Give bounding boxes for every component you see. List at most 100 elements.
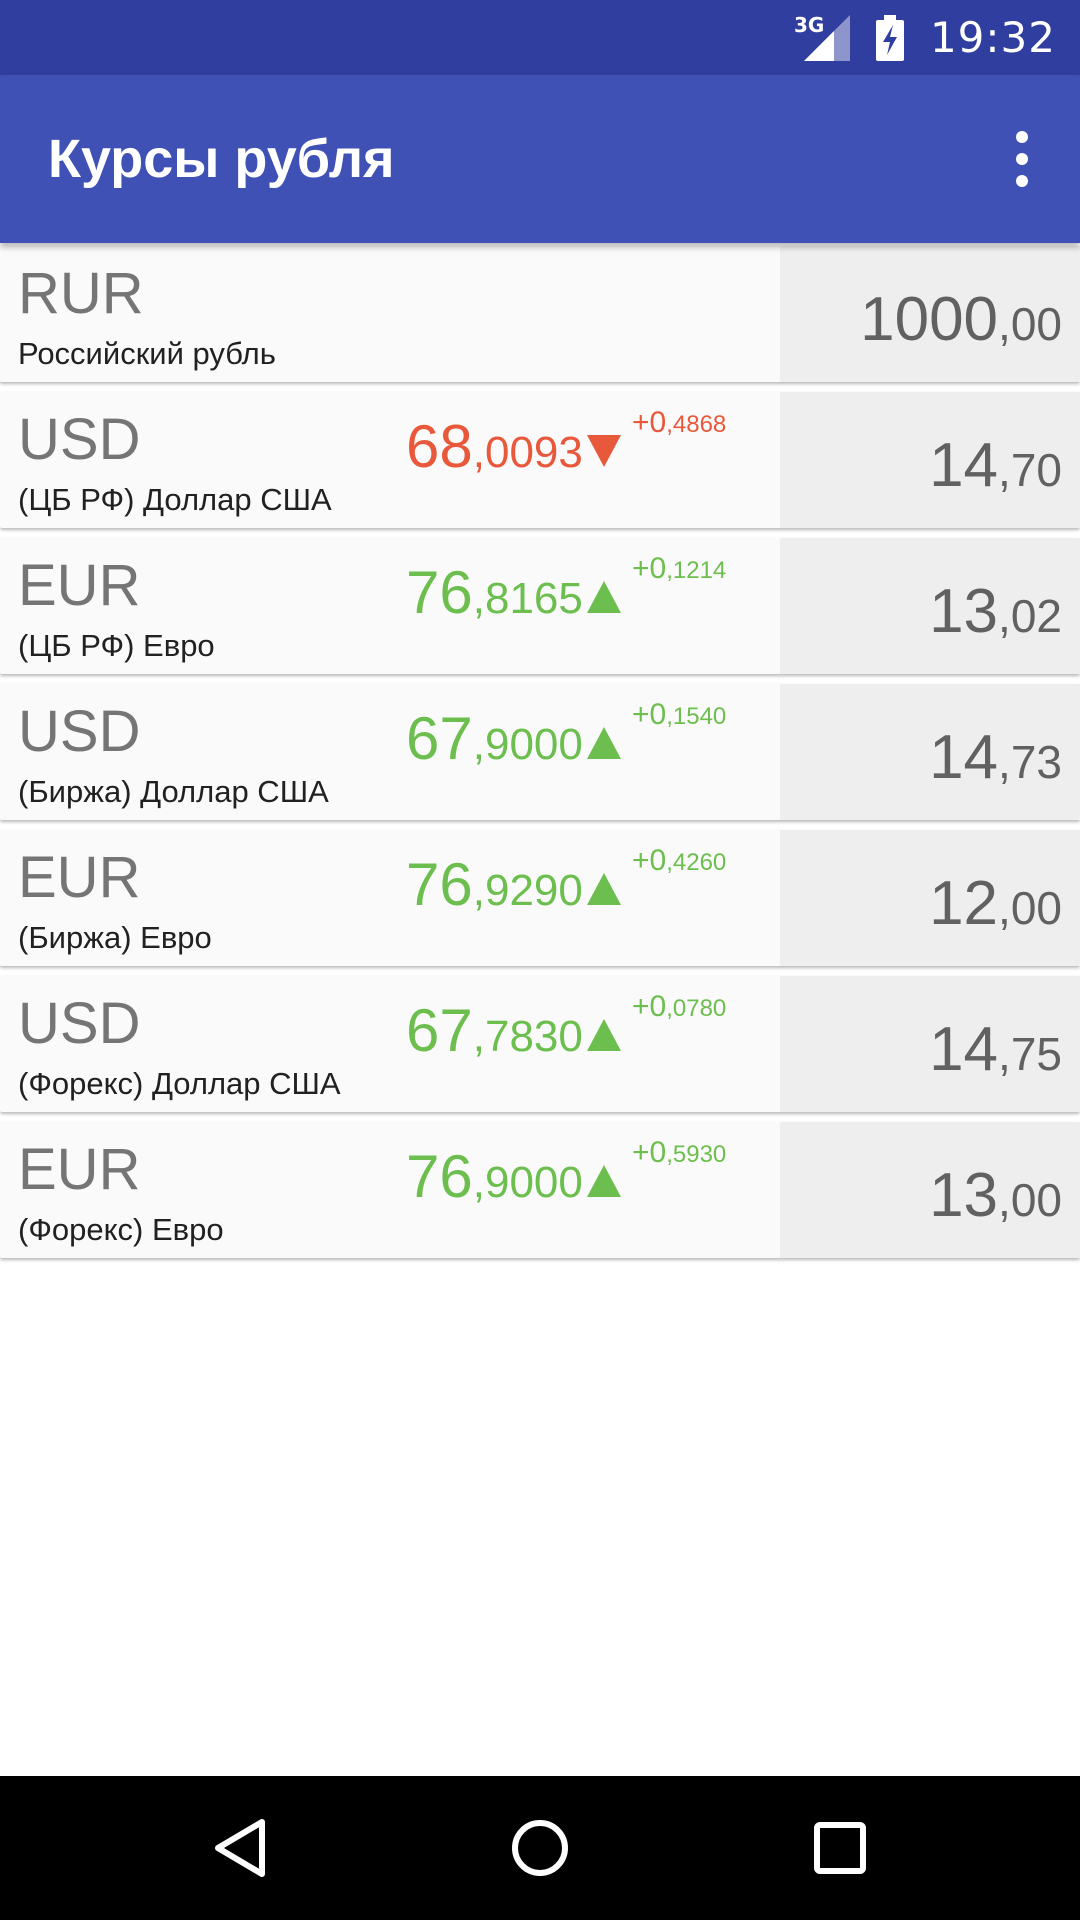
rate-info: RUR Российский рубль — [0, 246, 778, 382]
triangle-up-icon — [585, 1017, 623, 1053]
change-fraction: ,5930 — [666, 1141, 727, 1168]
currency-code: EUR — [18, 553, 141, 618]
change-fraction: ,0780 — [666, 995, 727, 1022]
home-icon[interactable] — [468, 1776, 612, 1920]
rate-list: RUR Российский рубль 1000,00 USD (ЦБ РФ) Дол… — [0, 243, 1080, 1268]
amount-field[interactable]: 1000,00 — [780, 246, 1080, 382]
triangle-up-icon — [585, 871, 623, 907]
rate-row-1[interactable]: USD (ЦБ РФ) Доллар США 68,0093 +0,4868 14,70 — [0, 392, 1080, 528]
rate-info: EUR (Биржа) Евро 76,9290 +0,4260 — [0, 830, 778, 966]
triangle-up-icon — [585, 1163, 623, 1199]
battery-charging-icon — [874, 14, 906, 61]
exchange-rate: 67,9000 — [406, 704, 623, 773]
rate-integer: 67 — [406, 705, 473, 772]
change-integer: +0 — [632, 844, 667, 877]
status-bar: 3G 19:32 — [0, 0, 1080, 75]
currency-name: (Биржа) Доллар США — [18, 774, 329, 809]
page-title: Курсы рубля — [48, 129, 395, 189]
rate-fraction: ,7830 — [472, 1012, 583, 1061]
exchange-rate: 68,0093 — [406, 412, 623, 481]
currency-code: RUR — [18, 261, 144, 326]
amount-fraction: ,70 — [998, 444, 1062, 496]
amount-fraction: ,75 — [998, 1028, 1062, 1080]
status-icons: 3G 19:32 — [794, 0, 1056, 75]
rate-integer: 76 — [406, 559, 473, 626]
change-fraction: ,4868 — [666, 411, 727, 438]
rate-integer: 68 — [406, 413, 473, 480]
rate-fraction: ,0093 — [472, 428, 583, 477]
amount-field[interactable]: 13,00 — [780, 1122, 1080, 1258]
change-integer: +0 — [632, 552, 667, 585]
rate-row-6[interactable]: EUR (Форекс) Евро 76,9000 +0,5930 13,00 — [0, 1122, 1080, 1258]
change-fraction: ,1540 — [666, 703, 727, 730]
converted-amount: 1000,00 — [860, 284, 1062, 355]
currency-name: (Форекс) Доллар США — [18, 1066, 341, 1101]
currency-name: Российский рубль — [18, 336, 276, 371]
currency-name: (ЦБ РФ) Доллар США — [18, 482, 332, 517]
rate-row-4[interactable]: EUR (Биржа) Евро 76,9290 +0,4260 12,00 — [0, 830, 1080, 966]
amount-fraction: ,00 — [998, 882, 1062, 934]
rate-row-5[interactable]: USD (Форекс) Доллар США 67,7830 +0,0780 14,7… — [0, 976, 1080, 1112]
triangle-up-icon — [585, 725, 623, 761]
change-integer: +0 — [632, 1136, 667, 1169]
amount-field[interactable]: 14,73 — [780, 684, 1080, 820]
signal-icon: 3G — [794, 13, 850, 61]
back-icon[interactable] — [168, 1776, 312, 1920]
app-bar: Курсы рубля — [0, 75, 1080, 243]
currency-code: EUR — [18, 1137, 141, 1202]
rate-integer: 76 — [406, 851, 473, 918]
change-integer: +0 — [632, 406, 667, 439]
amount-fraction: ,00 — [998, 298, 1062, 350]
rate-integer: 67 — [406, 997, 473, 1064]
currency-name: (Форекс) Евро — [18, 1212, 224, 1247]
amount-integer: 14 — [929, 431, 999, 500]
converted-amount: 12,00 — [929, 868, 1062, 939]
triangle-down-icon — [585, 433, 623, 469]
currency-code: USD — [18, 699, 141, 764]
recents-icon[interactable] — [768, 1776, 912, 1920]
app-screen: 3G 19:32 Курсы рубля RUR Российский рубл… — [0, 0, 1080, 1920]
amount-fraction: ,02 — [998, 590, 1062, 642]
more-vert-icon[interactable] — [994, 119, 1050, 199]
rate-info: USD (ЦБ РФ) Доллар США 68,0093 +0,4868 — [0, 392, 778, 528]
currency-code: USD — [18, 991, 141, 1056]
converted-amount: 14,73 — [929, 722, 1062, 793]
rate-integer: 76 — [406, 1143, 473, 1210]
converted-amount: 13,00 — [929, 1160, 1062, 1231]
change-integer: +0 — [632, 698, 667, 731]
converted-amount: 14,70 — [929, 430, 1062, 501]
amount-field[interactable]: 12,00 — [780, 830, 1080, 966]
exchange-rate: 76,8165 — [406, 558, 623, 627]
amount-integer: 12 — [929, 869, 999, 938]
change-fraction: ,1214 — [666, 557, 727, 584]
rate-info: EUR (ЦБ РФ) Евро 76,8165 +0,1214 — [0, 538, 778, 674]
rate-row-3[interactable]: USD (Биржа) Доллар США 67,9000 +0,1540 14,73 — [0, 684, 1080, 820]
status-time: 19:32 — [929, 13, 1056, 62]
rate-change: +0,1214 — [632, 552, 726, 586]
change-integer: +0 — [632, 990, 667, 1023]
exchange-rate: 76,9290 — [406, 850, 623, 919]
amount-field[interactable]: 14,70 — [780, 392, 1080, 528]
rate-fraction: ,9000 — [472, 1158, 583, 1207]
amount-fraction: ,00 — [998, 1174, 1062, 1226]
amount-integer: 14 — [929, 723, 999, 792]
rate-info: EUR (Форекс) Евро 76,9000 +0,5930 — [0, 1122, 778, 1258]
amount-integer: 13 — [929, 1161, 999, 1230]
triangle-up-icon — [585, 579, 623, 615]
amount-fraction: ,73 — [998, 736, 1062, 788]
currency-name: (Биржа) Евро — [18, 920, 212, 955]
rate-change: +0,4868 — [632, 406, 726, 440]
currency-code: EUR — [18, 845, 141, 910]
rate-row-2[interactable]: EUR (ЦБ РФ) Евро 76,8165 +0,1214 13,02 — [0, 538, 1080, 674]
amount-integer: 13 — [929, 577, 999, 646]
rate-change: +0,5930 — [632, 1136, 726, 1170]
currency-name: (ЦБ РФ) Евро — [18, 628, 215, 663]
rate-change: +0,1540 — [632, 698, 726, 732]
rate-fraction: ,8165 — [472, 574, 583, 623]
amount-field[interactable]: 14,75 — [780, 976, 1080, 1112]
amount-field[interactable]: 13,02 — [780, 538, 1080, 674]
amount-integer: 1000 — [860, 285, 999, 354]
currency-code: USD — [18, 407, 141, 472]
converted-amount: 13,02 — [929, 576, 1062, 647]
rate-row-0[interactable]: RUR Российский рубль 1000,00 — [0, 246, 1080, 382]
